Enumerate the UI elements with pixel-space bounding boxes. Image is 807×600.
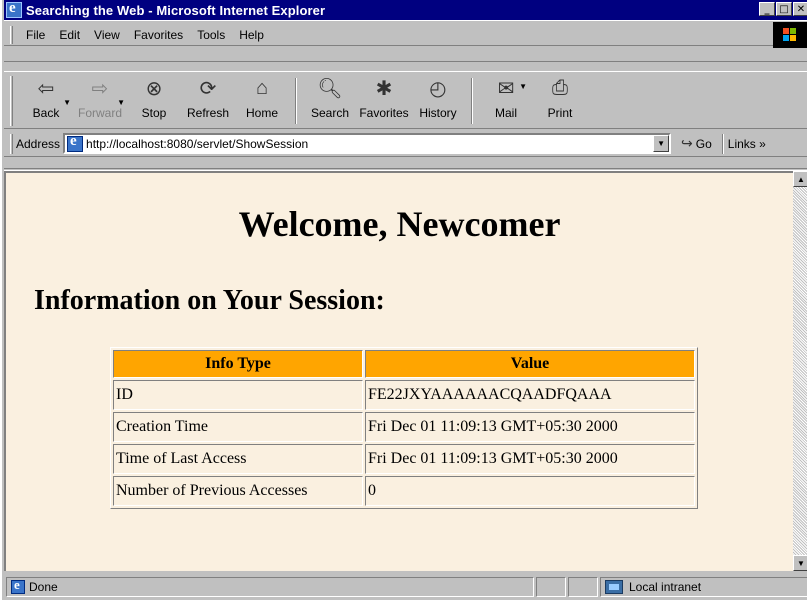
page-heading: Welcome, Newcomer [238,204,561,244]
links-label: Links [727,136,756,151]
scroll-down-icon[interactable]: ▼ [793,555,807,571]
print-label: Print [547,106,573,120]
history-label: History [419,106,457,120]
menu-file[interactable]: File [19,28,52,42]
maximize-icon[interactable]: □ [776,2,792,16]
menu-favorites[interactable]: Favorites [127,28,190,42]
status-text: Done [29,580,58,594]
links-button[interactable]: Links » [728,137,766,151]
address-bar: Address http://localhost:8080/servlet/Sh… [4,131,807,157]
menu-help[interactable]: Help [232,28,271,42]
intranet-icon [605,580,623,594]
table-cell: 0 [365,476,695,506]
print-button[interactable]: ⎙ Print [533,72,587,126]
table-row: Number of Previous Accesses 0 [113,476,695,506]
close-icon[interactable]: ✕ [793,2,807,16]
status-bar: Done Local intranet [4,574,807,600]
table-cell: ID [113,380,363,410]
forward-dropdown-icon[interactable]: ▼ [117,98,125,107]
favorites-icon: ✱ [375,77,393,100]
history-button[interactable]: ◴ History [411,72,465,126]
menu-edit[interactable]: Edit [52,28,87,42]
search-label: Search [310,106,350,120]
title-bar[interactable]: Searching the Web - Microsoft Internet E… [4,0,807,20]
zone-label: Local intranet [629,580,702,594]
mail-dropdown-icon[interactable]: ▼ [519,82,527,91]
go-arrow-icon: ↪ [681,135,693,151]
page-icon [67,133,84,152]
menu-bar: File Edit View Favorites Tools Help [4,24,807,46]
status-panel [536,577,566,597]
home-label: Home [245,106,278,120]
favorites-label: Favorites [359,106,409,120]
go-label: Go [695,136,712,151]
forward-button[interactable]: ⇨ Forward ▼ [73,72,127,126]
table-cell: Creation Time [113,412,363,442]
forward-label: Forward [77,106,122,120]
table-header: Value [365,350,695,378]
mail-icon: ✉ [497,77,515,100]
address-grip[interactable] [10,133,13,154]
search-button[interactable]: 🔍︎ Search [303,72,357,126]
home-button[interactable]: ⌂ Home [235,72,289,126]
window-title: Searching the Web - Microsoft Internet E… [26,2,326,18]
table-row: Creation Time Fri Dec 01 11:09:13 GMT+05… [113,412,695,442]
table-row: Time of Last Access Fri Dec 01 11:09:13 … [113,444,695,474]
favorites-button[interactable]: ✱ Favorites [357,72,411,126]
stop-icon: ⊗ [145,77,163,100]
toolbar-grip[interactable] [10,76,13,126]
go-button[interactable]: ↪ Go [681,135,712,152]
toolbar-separator-2 [471,78,473,124]
toolbar-separator [295,78,297,124]
address-label: Address [16,136,61,151]
home-icon: ⌂ [255,76,269,99]
table-cell: Number of Previous Accesses [113,476,363,506]
mail-label: Mail [494,106,517,120]
forward-arrow-icon: ⇨ [91,77,109,100]
table-cell: FE22JXYAAAAAACQAADFQAAA [365,380,695,410]
session-table: Info Type Value ID FE22JXYAAAAAACQAADFQA… [110,347,698,509]
minimize-icon[interactable]: _ [759,2,775,16]
table-cell: Fri Dec 01 11:09:13 GMT+05:30 2000 [365,412,695,442]
address-url[interactable]: http://localhost:8080/servlet/ShowSessio… [86,137,308,151]
scroll-up-icon[interactable]: ▲ [793,171,807,187]
stop-label: Stop [141,106,167,120]
menu-view[interactable]: View [87,28,127,42]
back-arrow-icon: ⇦ [37,77,55,100]
window-controls: _ □ ✕ [758,2,807,16]
standard-toolbar: ⇦ Back ▼ ⇨ Forward ▼ ⊗ Stop ⟳ Refresh ⌂ … [4,71,807,129]
print-icon: ⎙ [552,76,568,99]
page-content: Welcome, Newcomer Information on Your Se… [4,171,793,571]
table-header-row: Info Type Value [113,350,695,378]
refresh-button[interactable]: ⟳ Refresh [181,72,235,126]
menu-tools[interactable]: Tools [190,28,232,42]
windows-logo-icon [773,22,807,48]
address-input[interactable]: http://localhost:8080/servlet/ShowSessio… [63,133,672,154]
security-zone[interactable]: Local intranet [600,577,807,597]
address-dropdown-icon[interactable]: ▼ [653,135,670,152]
back-dropdown-icon[interactable]: ▼ [63,98,71,107]
table-cell: Time of Last Access [113,444,363,474]
browser-window: Searching the Web - Microsoft Internet E… [0,0,807,600]
menu-grip[interactable] [10,25,13,44]
history-icon: ◴ [429,77,447,100]
ie-logo-icon [6,0,22,18]
search-icon: 🔍︎ [317,77,343,100]
stop-button[interactable]: ⊗ Stop [127,72,181,126]
page-subheading: Information on Your Session: [34,285,385,316]
refresh-label: Refresh [186,106,230,120]
status-panel [568,577,598,597]
back-button[interactable]: ⇦ Back ▼ [19,72,73,126]
status-main: Done [6,577,534,597]
page-icon [11,577,25,594]
table-cell: Fri Dec 01 11:09:13 GMT+05:30 2000 [365,444,695,474]
table-header: Info Type [113,350,363,378]
mail-button[interactable]: ✉ Mail ▼ [479,72,533,126]
links-separator [721,133,724,154]
table-row: ID FE22JXYAAAAAACQAADFQAAA [113,380,695,410]
refresh-icon: ⟳ [199,77,217,100]
vertical-scrollbar[interactable]: ▲ ▼ [793,171,807,571]
back-label: Back [32,106,60,120]
